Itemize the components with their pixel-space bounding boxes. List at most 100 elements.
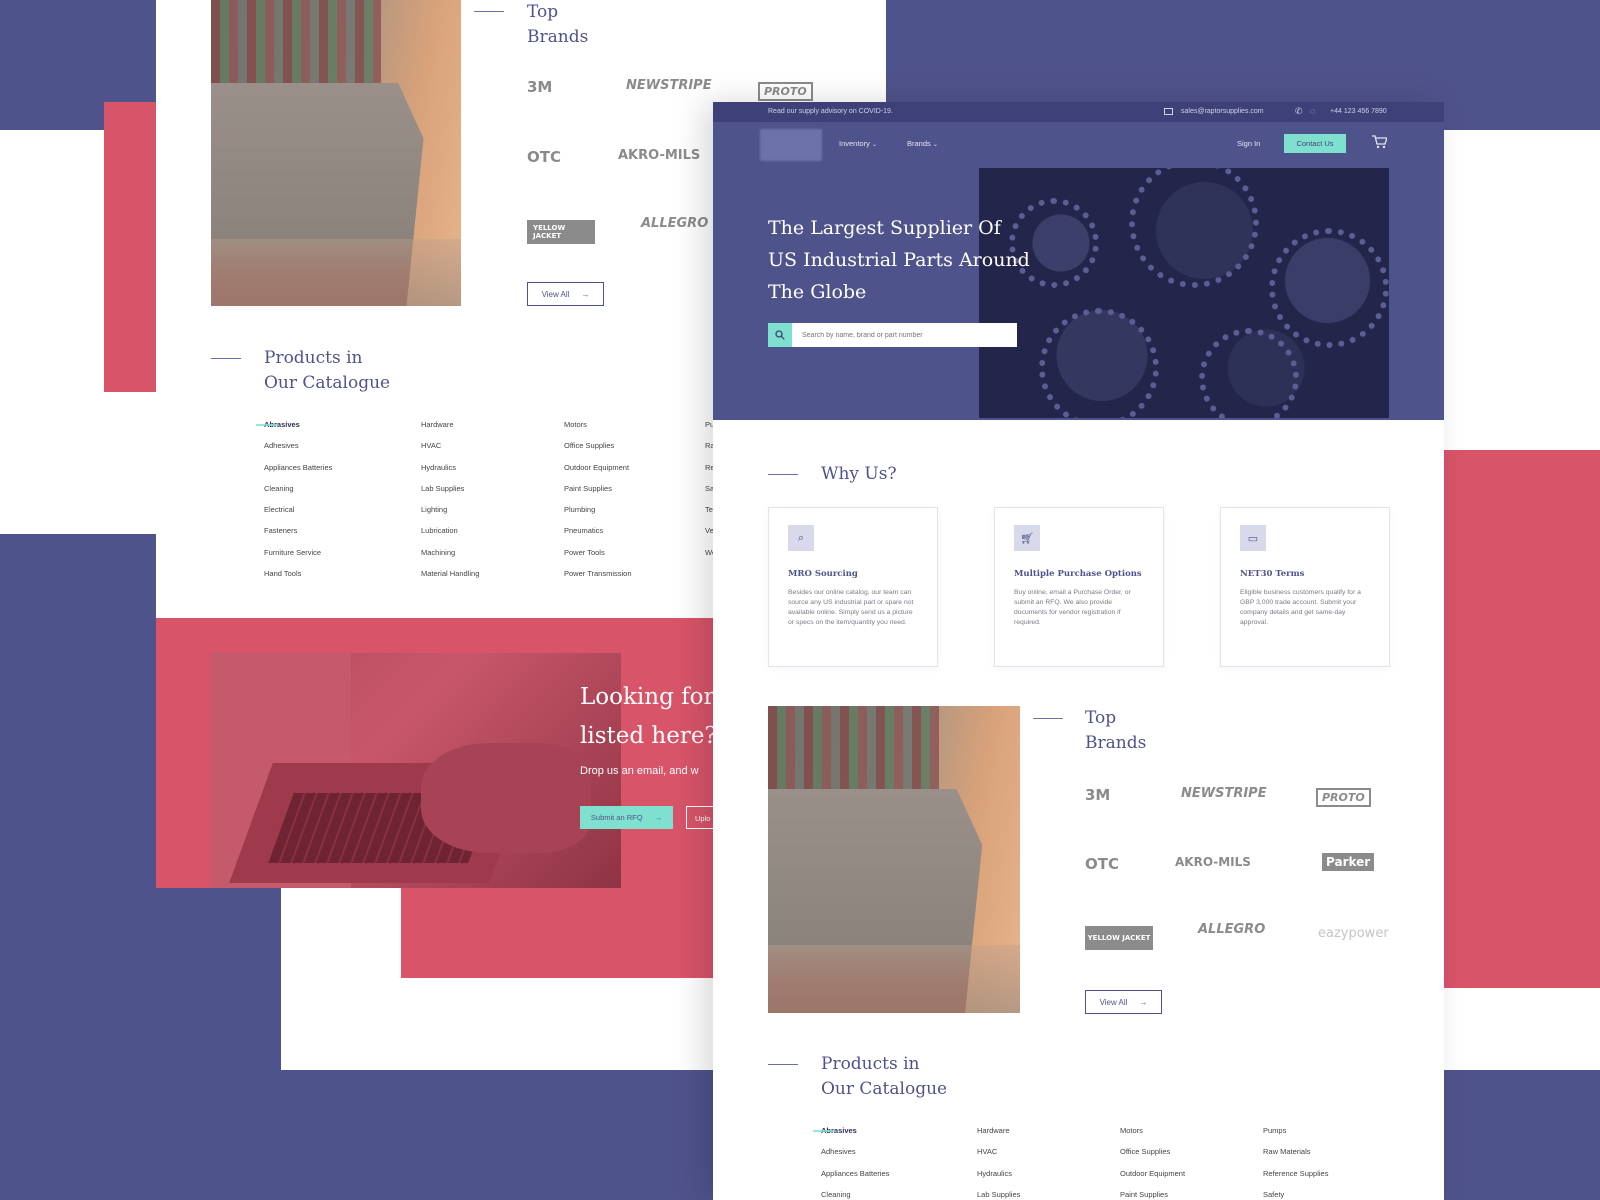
catalogue-link[interactable]: Motors xyxy=(1120,1126,1185,1147)
catalogue-link[interactable]: Power Tools xyxy=(564,548,632,569)
view-all-button[interactable]: View All → xyxy=(527,282,604,306)
catalogue-link[interactable]: Hand Tools xyxy=(264,569,332,590)
top-bar: Read our supply advisory on COVID-19. sa… xyxy=(713,102,1444,122)
catalogue-link[interactable]: Lab Supplies xyxy=(977,1190,1020,1200)
heading-line: Looking for xyxy=(580,684,715,710)
catalogue-link[interactable]: Outdoor Equipment xyxy=(564,463,632,484)
catalogue-link[interactable]: Outdoor Equipment xyxy=(1120,1169,1185,1190)
phone-icon: ✆ xyxy=(1295,106,1303,116)
catalogue-link[interactable]: Plumbing xyxy=(564,505,632,526)
catalogue-link[interactable]: Reference Supplies xyxy=(1263,1169,1328,1190)
bg-red-left xyxy=(104,102,156,392)
catalogue-link[interactable]: Power Transmission xyxy=(564,569,632,590)
catalogue-link[interactable]: Appliances Batteries xyxy=(821,1169,889,1190)
catalogue-link[interactable]: Hydraulics xyxy=(977,1169,1020,1190)
section-dash xyxy=(768,474,798,475)
view-all-label: View All xyxy=(1099,997,1128,1007)
top-brands-title: Top Brands xyxy=(527,0,588,50)
catalogue-link[interactable]: Office Supplies xyxy=(564,441,632,462)
sign-in-link[interactable]: Sign In xyxy=(1237,139,1260,148)
phone-number[interactable]: +44 123 456 7890 xyxy=(1330,108,1387,115)
catalogue-link[interactable]: Pumps xyxy=(1263,1126,1328,1147)
cart-icon: 🛒︎ xyxy=(1014,525,1040,551)
brand-logo-3m: 3M xyxy=(527,78,553,96)
catalogue-link[interactable]: HVAC xyxy=(977,1147,1020,1168)
card-body: Eligible business customers qualify for … xyxy=(1240,589,1361,626)
ship-image xyxy=(211,0,461,306)
catalogue-link[interactable]: HVAC xyxy=(421,441,479,462)
cart-icon[interactable] xyxy=(1371,134,1388,155)
title-line: Top xyxy=(1085,708,1117,728)
view-all-button[interactable]: View All → xyxy=(1085,990,1162,1014)
catalogue-link[interactable]: Adhesives xyxy=(821,1147,889,1168)
brand-logo-newstripe: NEWSTRIPE xyxy=(626,78,712,93)
title-line: Brands xyxy=(527,27,589,47)
submit-rfq-button[interactable]: Submit an RFQ → xyxy=(580,806,673,829)
why-us-title: Why Us? xyxy=(821,464,897,484)
brand-logo-newstripe: NEWSTRIPE xyxy=(1181,786,1267,801)
search-icon[interactable] xyxy=(768,323,792,347)
arrow-right-icon: → xyxy=(654,813,663,822)
main-nav: Inventory ⌄ Brands ⌄ Sign In Contact Us xyxy=(713,122,1444,166)
catalogue-link[interactable]: Hardware xyxy=(421,420,479,441)
logo[interactable] xyxy=(760,129,822,161)
catalogue-link[interactable]: Motors xyxy=(564,420,632,441)
covid-advisory-link[interactable]: Read our supply advisory on COVID-19. xyxy=(768,108,893,115)
inventory-label: Inventory xyxy=(839,139,870,148)
search-input[interactable] xyxy=(792,323,1017,347)
hero-title-line: US Industrial Parts Around xyxy=(768,249,1030,271)
catalogue-link[interactable]: Cleaning xyxy=(821,1190,889,1200)
catalogue-link[interactable]: Office Supplies xyxy=(1120,1147,1185,1168)
bg-purple-bottom-left xyxy=(0,534,156,1200)
brand-logo-eazypower: eazypower xyxy=(1318,926,1389,941)
catalogue-link[interactable]: Furniture Service xyxy=(264,548,332,569)
catalogue-column: Motors Office Supplies Outdoor Equipment… xyxy=(1120,1126,1185,1200)
catalogue-link[interactable]: Electrical xyxy=(264,505,332,526)
bg-purple-bottom-strip xyxy=(156,888,281,1200)
brand-logo-otc: OTC xyxy=(527,148,561,166)
arrow-right-icon: → xyxy=(581,289,590,299)
card-body: Buy online, email a Purchase Order, or s… xyxy=(1014,589,1131,626)
catalogue-column: Abrasives Adhesives Appliances Batteries… xyxy=(812,1126,889,1200)
bg-red-right xyxy=(1444,450,1600,988)
brand-logo-yellow-jacket: YELLOW JACKET xyxy=(1085,926,1153,950)
card-title: Multiple Purchase Options xyxy=(1014,569,1142,579)
catalogue-link[interactable]: Paint Supplies xyxy=(564,484,632,505)
brand-logo-akro-mils: AKRO-MILS xyxy=(1175,855,1251,869)
inventory-menu[interactable]: Inventory ⌄ xyxy=(839,139,877,148)
hero-title: The Largest Supplier Of US Industrial Pa… xyxy=(768,212,1030,308)
brand-logo-parker: Parker xyxy=(1322,853,1375,871)
catalogue-link[interactable]: Abrasives xyxy=(255,420,332,441)
catalogue-link[interactable]: Material Handling xyxy=(421,569,479,590)
contact-us-button[interactable]: Contact Us xyxy=(1284,134,1346,153)
catalogue-link[interactable]: Raw Materials xyxy=(1263,1147,1328,1168)
card-title: NET30 Terms xyxy=(1240,569,1305,579)
catalogue-link[interactable]: Paint Supplies xyxy=(1120,1190,1185,1200)
search-bar xyxy=(768,323,1017,347)
title-line: Brands xyxy=(1085,733,1147,753)
submit-rfq-label: Submit an RFQ xyxy=(590,813,643,822)
catalogue-link[interactable]: Pneumatics xyxy=(564,526,632,547)
catalogue-link[interactable]: Lab Supplies xyxy=(421,484,479,505)
catalogue-link[interactable]: Adhesives xyxy=(264,441,332,462)
brands-menu[interactable]: Brands ⌄ xyxy=(907,139,938,148)
catalogue-link[interactable]: Lubrication xyxy=(421,526,479,547)
brand-logo-3m: 3M xyxy=(1085,786,1111,804)
catalogue-link[interactable]: Fasteners xyxy=(264,526,332,547)
catalogue-link[interactable]: Appliances Batteries xyxy=(264,463,332,484)
brand-logo-akro-mils: AKRO-MILS xyxy=(618,148,701,163)
hero-title-line: The Largest Supplier Of xyxy=(768,217,1001,239)
catalogue-link[interactable]: Hydraulics xyxy=(421,463,479,484)
catalogue-link[interactable]: Safety xyxy=(1263,1190,1328,1200)
hero: The Largest Supplier Of US Industrial Pa… xyxy=(713,166,1444,420)
catalogue-link[interactable]: Abrasives xyxy=(812,1126,889,1147)
title-line: Products in xyxy=(821,1054,920,1074)
email-link[interactable]: sales@raptorsupplies.com xyxy=(1181,108,1264,115)
catalogue-link[interactable]: Lighting xyxy=(421,505,479,526)
catalogue-link[interactable]: Hardware xyxy=(977,1126,1020,1147)
section-dash xyxy=(211,358,241,359)
brand-logo-allegro: ALLEGRO xyxy=(1198,922,1266,937)
catalogue-link[interactable]: Cleaning xyxy=(264,484,332,505)
gears-image xyxy=(979,168,1389,418)
catalogue-link[interactable]: Machining xyxy=(421,548,479,569)
